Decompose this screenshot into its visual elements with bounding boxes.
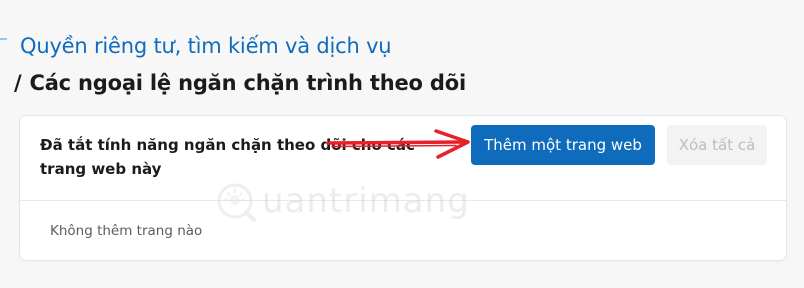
left-edge-mark bbox=[0, 38, 7, 40]
breadcrumb-back-link[interactable]: Quyền riêng tư, tìm kiếm và dịch vụ bbox=[20, 34, 392, 58]
annotation-arrow-icon bbox=[326, 129, 470, 159]
page-title-text: Các ngoại lệ ngăn chặn trình theo dõi bbox=[29, 71, 466, 95]
clear-all-button[interactable]: Xóa tất cả bbox=[667, 125, 767, 165]
page-title: / Các ngoại lệ ngăn chặn trình theo dõi bbox=[14, 71, 466, 95]
arrow-shape bbox=[326, 129, 470, 159]
add-site-button[interactable]: Thêm một trang web bbox=[471, 125, 655, 165]
breadcrumb-separator: / bbox=[14, 71, 22, 95]
empty-list-message: Không thêm trang nào bbox=[50, 223, 203, 239]
